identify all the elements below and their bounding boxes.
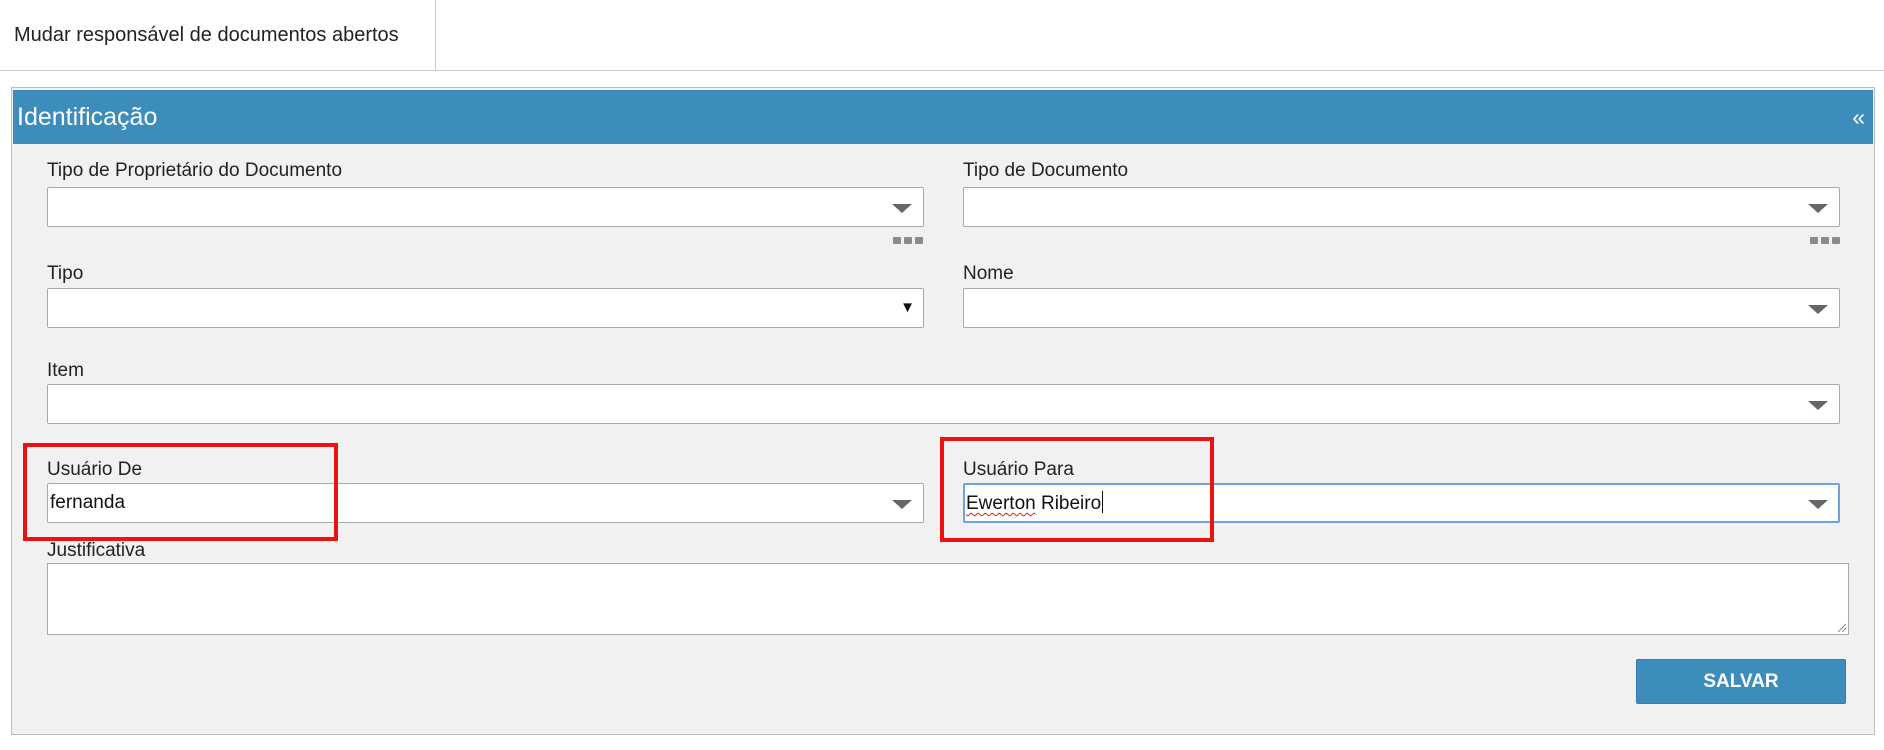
chevron-down-icon[interactable] bbox=[1808, 500, 1828, 509]
nome-select[interactable] bbox=[963, 288, 1840, 328]
chevron-down-icon[interactable] bbox=[1808, 204, 1828, 213]
tipo-label: Tipo bbox=[47, 263, 84, 284]
chevron-down-icon[interactable] bbox=[1808, 305, 1828, 314]
user-from-value: fernanda bbox=[50, 492, 126, 513]
more-options-icon[interactable] bbox=[893, 237, 923, 245]
justificativa-textarea[interactable] bbox=[47, 563, 1849, 635]
nome-label: Nome bbox=[963, 263, 1014, 284]
save-button[interactable]: SALVAR bbox=[1636, 659, 1846, 704]
page: Mudar responsável de documentos abertos … bbox=[0, 0, 1884, 750]
item-label: Item bbox=[47, 360, 84, 381]
doc-type-label: Tipo de Documento bbox=[963, 160, 1129, 181]
panel-header[interactable]: Identificação « bbox=[13, 90, 1873, 144]
user-to-select[interactable]: Ewerton Ribeiro bbox=[963, 483, 1840, 523]
dropdown-arrow-icon[interactable]: ▼ bbox=[900, 299, 915, 317]
tab-bar: Mudar responsável de documentos abertos bbox=[0, 0, 1884, 71]
user-to-value-first: Ewerton bbox=[966, 493, 1036, 514]
doc-type-select[interactable] bbox=[963, 187, 1840, 227]
chevron-down-icon[interactable] bbox=[892, 204, 912, 213]
more-options-icon[interactable] bbox=[1810, 237, 1840, 245]
tipo-select[interactable]: ▼ bbox=[47, 288, 924, 328]
justificativa-label: Justificativa bbox=[47, 540, 146, 561]
owner-type-label: Tipo de Proprietário do Documento bbox=[47, 160, 343, 181]
resize-handle-icon[interactable] bbox=[1836, 622, 1846, 632]
user-to-value-rest: Ribeiro bbox=[1035, 493, 1102, 514]
owner-type-select[interactable] bbox=[47, 187, 924, 227]
collapse-icon[interactable]: « bbox=[1852, 90, 1865, 144]
chevron-down-icon[interactable] bbox=[1808, 401, 1828, 410]
text-caret bbox=[1102, 491, 1104, 513]
user-to-label: Usuário Para bbox=[963, 459, 1074, 480]
chevron-down-icon[interactable] bbox=[892, 500, 912, 509]
user-from-select[interactable]: fernanda bbox=[47, 483, 924, 523]
item-select[interactable] bbox=[47, 384, 1840, 424]
tab-mudar-responsavel[interactable]: Mudar responsável de documentos abertos bbox=[0, 0, 436, 71]
panel-title: Identificação bbox=[17, 103, 158, 131]
user-from-label: Usuário De bbox=[47, 459, 143, 480]
user-to-value[interactable]: Ewerton Ribeiro bbox=[966, 485, 1104, 523]
